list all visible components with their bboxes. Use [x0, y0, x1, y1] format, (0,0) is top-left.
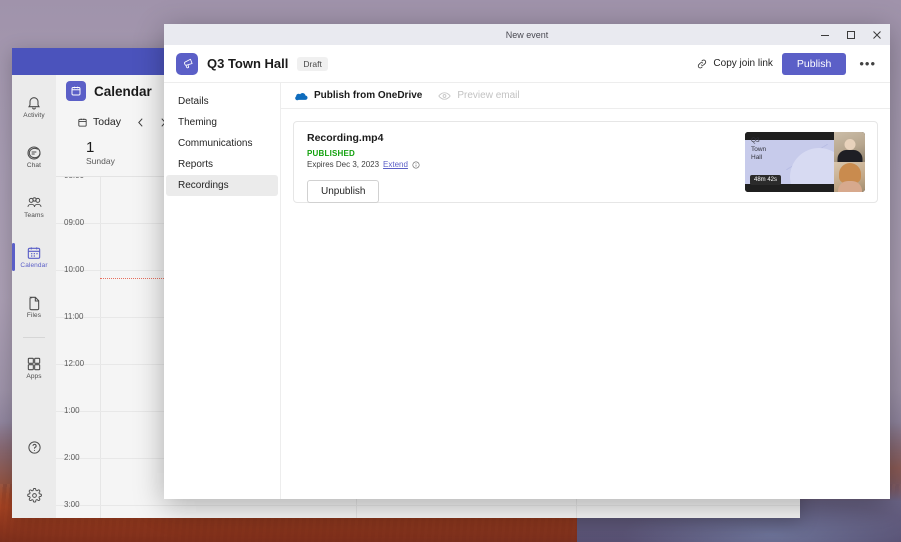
rail-item-files[interactable]: Files	[12, 285, 56, 329]
hour-label: 3:00	[64, 500, 80, 509]
help-button[interactable]	[21, 434, 47, 460]
info-circle-icon[interactable]	[412, 160, 420, 169]
calendar-today-icon	[77, 117, 88, 128]
participant-avatar-shape	[838, 163, 861, 184]
rail-item-chat[interactable]: Chat	[12, 135, 56, 179]
unpublish-button[interactable]: Unpublish	[307, 180, 380, 203]
dialog-body: Details Theming Communications Reports R…	[164, 83, 890, 499]
dialog-titlebar[interactable]: New event	[164, 24, 890, 45]
window-controls	[812, 24, 890, 45]
desktop-background: Activity Chat Teams Calendar Files Apps …	[0, 0, 901, 542]
eye-icon	[438, 91, 452, 101]
recording-status-badge: PUBLISHED	[307, 149, 356, 158]
dialog-title: New event	[505, 29, 549, 40]
rail-item-label: Teams	[24, 212, 44, 219]
file-icon	[26, 295, 42, 311]
thumbnail-duration-badge: 48m 42s	[750, 175, 782, 185]
rail-item-teams[interactable]: Teams	[12, 185, 56, 229]
nav-item-details[interactable]: Details	[166, 91, 278, 112]
content-toolbar: Publish from OneDrive Preview email	[281, 83, 890, 109]
town-hall-megaphone-icon	[176, 52, 198, 75]
chevron-left-icon[interactable]	[131, 113, 149, 131]
participant-tile	[834, 132, 865, 162]
hour-label: 08:00	[64, 177, 84, 180]
recording-thumbnail[interactable]: Q3 Town Hall 48m 42s	[745, 132, 865, 192]
hour-label: 11:00	[64, 312, 84, 321]
rail-bottom-group	[12, 434, 56, 508]
rail-item-label: Files	[26, 312, 42, 319]
hour-label: 12:00	[64, 359, 85, 368]
close-icon[interactable]	[864, 24, 890, 45]
today-button[interactable]: Today	[72, 113, 126, 131]
copy-join-link-button[interactable]: Copy join link	[696, 58, 773, 70]
recording-info: Recording.mp4 PUBLISHED Expires Dec 3, 2…	[307, 132, 745, 203]
hour-label: 10:00	[64, 265, 85, 274]
new-event-dialog: New event Q3 Town Hall Draft Copy join l…	[164, 24, 890, 499]
preview-email-label: Preview email	[457, 90, 520, 101]
publish-from-onedrive-button[interactable]: Publish from OneDrive	[295, 90, 422, 101]
thumbnail-participant-tiles	[834, 132, 865, 192]
participant-tile	[834, 162, 865, 192]
today-button-label: Today	[93, 116, 122, 128]
rail-item-label: Chat	[26, 162, 42, 169]
help-circle-icon	[27, 440, 42, 455]
calendar-icon	[26, 245, 42, 261]
nav-item-reports[interactable]: Reports	[166, 154, 278, 175]
thumbnail-slide-graphic	[786, 144, 828, 170]
hour-label: 09:00	[64, 218, 85, 227]
settings-button[interactable]	[21, 482, 47, 508]
rail-item-label: Activity	[23, 112, 45, 119]
hour-label: 2:00	[64, 453, 80, 462]
nav-item-recordings[interactable]: Recordings	[166, 175, 278, 196]
more-options-button[interactable]: •••	[855, 56, 880, 71]
hour-label: 1:00	[64, 406, 80, 415]
calendar-icon	[66, 81, 86, 101]
thumbnail-slide-line: Hall	[751, 154, 763, 161]
rail-item-label: Calendar	[20, 262, 48, 269]
recording-expiry-text: Expires Dec 3, 2023	[307, 160, 380, 169]
apps-grid-icon	[26, 356, 42, 372]
copy-join-link-label: Copy join link	[713, 58, 773, 69]
maximize-icon[interactable]	[838, 24, 864, 45]
onedrive-cloud-icon	[295, 91, 308, 101]
preview-email-button[interactable]: Preview email	[438, 90, 520, 101]
event-title: Q3 Town Hall	[207, 56, 289, 71]
dialog-main: Publish from OneDrive Preview email Reco…	[281, 83, 890, 499]
content-area: Recording.mp4 PUBLISHED Expires Dec 3, 2…	[281, 109, 890, 499]
rail-item-apps[interactable]: Apps	[12, 346, 56, 390]
thumbnail-stage: Q3 Town Hall 48m 42s	[745, 132, 834, 192]
extend-link[interactable]: Extend	[383, 160, 408, 169]
hour-row[interactable]: 3:00	[56, 500, 800, 518]
rail-item-label: Apps	[26, 373, 42, 380]
minimize-icon[interactable]	[812, 24, 838, 45]
app-rail: Activity Chat Teams Calendar Files Apps	[12, 75, 56, 518]
nav-item-communications[interactable]: Communications	[166, 133, 278, 154]
rail-divider	[23, 337, 45, 338]
chat-bubble-icon	[26, 145, 42, 161]
recording-filename: Recording.mp4	[307, 132, 384, 144]
thumbnail-slide-line: Q3	[751, 137, 760, 144]
bell-icon	[26, 95, 42, 111]
publish-from-onedrive-label: Publish from OneDrive	[314, 90, 423, 101]
link-icon	[696, 58, 708, 70]
thumbnail-slide-line: Town	[751, 145, 767, 153]
rail-item-calendar[interactable]: Calendar	[12, 235, 56, 279]
publish-button[interactable]: Publish	[781, 52, 847, 75]
thumbnail-slide-text: Q3 Town Hall	[751, 137, 766, 163]
people-icon	[26, 195, 43, 211]
gear-icon	[26, 487, 42, 503]
dialog-header: Q3 Town Hall Draft Copy join link Publis…	[164, 45, 890, 83]
recording-card: Recording.mp4 PUBLISHED Expires Dec 3, 2…	[293, 121, 878, 203]
page-title: Calendar	[94, 83, 152, 99]
nav-item-theming[interactable]: Theming	[166, 112, 278, 133]
dialog-nav: Details Theming Communications Reports R…	[164, 83, 281, 499]
rail-item-activity[interactable]: Activity	[12, 85, 56, 129]
recording-expiry-row: Expires Dec 3, 2023 Extend	[307, 160, 745, 169]
status-badge: Draft	[297, 56, 328, 71]
